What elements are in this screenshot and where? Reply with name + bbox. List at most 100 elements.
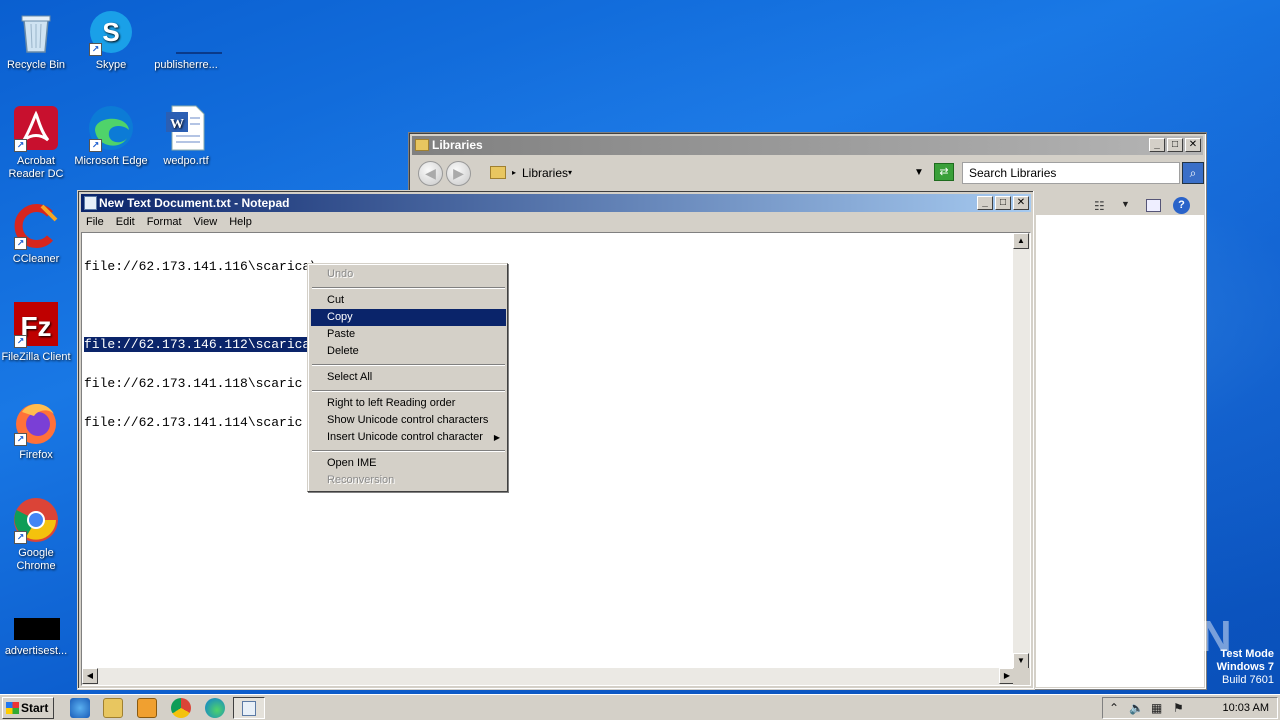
context-menu-undo[interactable]: Undo (311, 266, 506, 283)
word-document-icon: W (162, 104, 210, 152)
resize-grip[interactable] (1013, 668, 1030, 685)
desktop-icon-label: advertisest... (4, 645, 68, 657)
shortcut-arrow-icon: ↗ (89, 139, 102, 152)
chrome-icon: ↗ (12, 496, 60, 544)
menu-separator (312, 450, 505, 452)
close-button[interactable]: ✕ (1185, 138, 1201, 152)
taskbar-notepad-button[interactable] (233, 697, 265, 719)
view-dropdown-icon[interactable]: ▼ (1121, 199, 1130, 209)
edge-taskbar-icon[interactable] (205, 698, 225, 718)
notepad-text-area[interactable]: file://62.173.141.116\scarica\ file://62… (81, 232, 1031, 686)
chevron-down-icon[interactable]: ▾ (568, 162, 572, 184)
context-menu-paste[interactable]: Paste (311, 326, 506, 343)
desktop-icon-label: CCleaner (12, 253, 60, 265)
vertical-scrollbar[interactable]: ▲ ▼ (1013, 233, 1030, 669)
libraries-titlebar[interactable]: Libraries _ □ ✕ (412, 136, 1203, 155)
view-options-icon[interactable]: ☷ (1094, 199, 1105, 213)
edge-icon: ↗ (87, 104, 135, 152)
desktop-icon-label: Skype (95, 59, 127, 71)
scroll-down-icon[interactable]: ▼ (1013, 653, 1029, 669)
test-mode-line3: Build 7601 (1222, 674, 1274, 686)
desktop-icon-label: FileZilla Client (1, 351, 71, 363)
refresh-icon[interactable]: ⇄ (934, 163, 954, 181)
context-menu-delete[interactable]: Delete (311, 343, 506, 360)
context-menu-insert-unicode[interactable]: Insert Unicode control character ▶ (311, 429, 506, 446)
minimize-button[interactable]: _ (1149, 138, 1165, 152)
menu-help[interactable]: Help (224, 213, 259, 231)
search-icon[interactable]: ⌕ (1182, 162, 1204, 184)
notepad-titlebar[interactable]: New Text Document.txt - Notepad _ □ ✕ (81, 194, 1031, 212)
menu-format[interactable]: Format (142, 213, 189, 231)
desktop-icon-firefox[interactable]: ↗ Firefox (0, 398, 74, 462)
text-line: file://62.173.141.118\scaric (84, 376, 303, 391)
maximize-button[interactable]: □ (1167, 138, 1183, 152)
notepad-icon (84, 196, 97, 210)
action-center-flag-icon[interactable]: ⚑ (1173, 701, 1184, 715)
chrome-taskbar-icon[interactable] (171, 698, 191, 718)
file-explorer-icon[interactable] (103, 698, 123, 718)
address-box[interactable]: ▸ Libraries ▾ ▼ (486, 162, 932, 184)
scroll-left-icon[interactable]: ◀ (82, 668, 98, 684)
search-input[interactable]: Search Libraries (962, 162, 1180, 184)
context-menu-reconversion[interactable]: Reconversion (311, 472, 506, 489)
desktop-icon-wedpo[interactable]: W wedpo.rtf (148, 104, 224, 168)
maximize-button[interactable]: □ (995, 196, 1011, 210)
context-menu-rtl-reading-order[interactable]: Right to left Reading order (311, 395, 506, 412)
address-dropdown-icon[interactable]: ▼ (914, 162, 924, 184)
black-thumbnail-icon (12, 606, 60, 642)
context-menu-show-unicode[interactable]: Show Unicode control characters (311, 412, 506, 429)
text-line: file://62.173.141.114\scaric (84, 415, 303, 430)
volume-icon[interactable]: 🔈 (1129, 701, 1144, 715)
context-menu-open-ime[interactable]: Open IME (311, 455, 506, 472)
desktop-icon-skype[interactable]: S ↗ Skype (73, 8, 149, 72)
show-hidden-icons-icon[interactable]: ⌃ (1109, 701, 1119, 715)
blank-file-icon (162, 8, 222, 56)
notepad-taskbar-icon (242, 701, 256, 716)
filezilla-icon: Fz ↗ (12, 300, 60, 348)
desktop-icon-acrobat[interactable]: ↗ Acrobat Reader DC (0, 104, 74, 181)
taskbar: Start ⌃ 🔈 ▦ ⚑ 10:03 AM (0, 694, 1280, 720)
desktop-icon-label: Recycle Bin (6, 59, 66, 71)
desktop-icon-ccleaner[interactable]: ↗ CCleaner (0, 202, 74, 266)
context-menu: Undo Cut Copy Paste Delete Select All Ri… (307, 263, 508, 492)
close-button[interactable]: ✕ (1013, 196, 1029, 210)
context-menu-cut[interactable]: Cut (311, 292, 506, 309)
forward-button[interactable]: ▶ (446, 161, 471, 186)
menu-separator (312, 390, 505, 392)
network-icon[interactable]: ▦ (1151, 701, 1162, 715)
shortcut-arrow-icon: ↗ (14, 237, 27, 250)
desktop-icon-label: Acrobat Reader DC (8, 155, 64, 180)
media-player-icon[interactable] (137, 698, 157, 718)
internet-explorer-icon[interactable] (70, 698, 90, 718)
help-icon[interactable]: ? (1173, 197, 1190, 214)
anyrun-watermark: ANY RUN (1038, 612, 1232, 661)
address-text: Libraries (522, 166, 569, 180)
desktop-icon-publisher[interactable]: publisherre... (148, 8, 224, 72)
desktop-icon-chrome[interactable]: ↗ Google Chrome (0, 496, 74, 573)
menu-file[interactable]: File (81, 213, 111, 231)
start-button[interactable]: Start (2, 697, 54, 719)
desktop-icon-label: publisherre... (154, 59, 218, 71)
preview-pane-icon[interactable] (1146, 199, 1161, 212)
clock[interactable]: 10:03 AM (1223, 698, 1269, 718)
context-menu-select-all[interactable]: Select All (311, 369, 506, 386)
shortcut-arrow-icon: ↗ (14, 335, 27, 348)
back-button[interactable]: ◀ (418, 161, 443, 186)
minimize-button[interactable]: _ (977, 196, 993, 210)
notepad-window[interactable]: New Text Document.txt - Notepad _ □ ✕ Fi… (77, 190, 1035, 690)
skype-icon: S ↗ (87, 8, 135, 56)
menu-view[interactable]: View (189, 213, 225, 231)
desktop-icon-recycle-bin[interactable]: Recycle Bin (0, 8, 74, 72)
horizontal-scrollbar[interactable]: ◀ ▶ (82, 668, 1015, 685)
desktop-icon-filezilla[interactable]: Fz ↗ FileZilla Client (0, 300, 74, 364)
menu-edit[interactable]: Edit (111, 213, 142, 231)
desktop-icon-edge[interactable]: ↗ Microsoft Edge (73, 104, 149, 168)
scroll-up-icon[interactable]: ▲ (1013, 233, 1029, 249)
libraries-address-bar: ◀ ▶ ▸ Libraries ▾ ▼ ⇄ Search Libraries ⌕ (412, 158, 1204, 188)
notepad-title: New Text Document.txt - Notepad (99, 196, 290, 210)
desktop-icon-advertisest[interactable]: advertisest... (0, 606, 74, 658)
shortcut-arrow-icon: ↗ (89, 43, 102, 56)
context-menu-copy[interactable]: Copy (311, 309, 506, 326)
test-mode-line1: Test Mode (1220, 648, 1274, 660)
test-mode-notice: Test Mode Windows 7 Build 7601 (1217, 648, 1274, 687)
